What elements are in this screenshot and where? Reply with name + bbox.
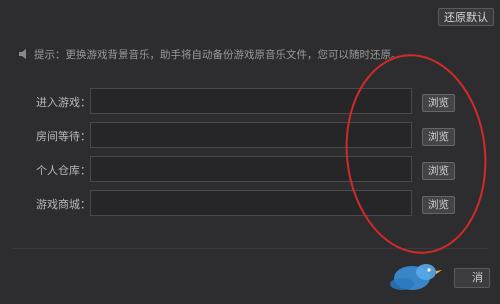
restore-default-button[interactable]: 还原默认 [438, 8, 494, 26]
cancel-button[interactable]: 消 [454, 268, 490, 288]
bird-logo-icon [390, 264, 442, 290]
field-label: 个人仓库： [36, 164, 91, 177]
field-label: 房间等待： [36, 130, 91, 143]
settings-panel: 还原默认 提示：更换游戏背景音乐，助手将自动备份游戏原音乐文件，您可以随时还原。… [0, 0, 500, 304]
tip-row: 提示：更换游戏背景音乐，助手将自动备份游戏原音乐文件，您可以随时还原。 [18, 46, 402, 62]
field-label: 游戏商城： [36, 198, 91, 211]
speaker-icon [19, 49, 26, 59]
top-bar: 还原默认 [0, 0, 500, 32]
field-label: 进入游戏： [36, 96, 91, 109]
tip-text: 提示：更换游戏背景音乐，助手将自动备份游戏原音乐文件，您可以随时还原。 [34, 48, 402, 61]
annotation-circle [335, 47, 497, 261]
